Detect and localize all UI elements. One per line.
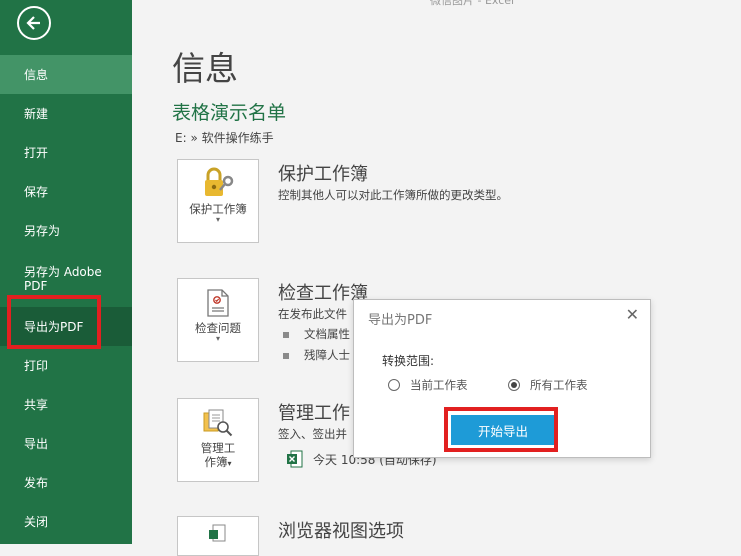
manage-workbook-label-2: 作簿▾ [178,455,258,471]
manage-workbook-label-1: 管理工 [200,441,236,455]
export-pdf-dialog: 导出为PDF ✕ 转换范围: 当前工作表 所有工作表 开始导出 [353,299,651,458]
check-issues-button[interactable]: 检查问题 ▾ [177,278,259,362]
browser-view-icon [178,517,258,543]
radio-circle-icon [388,379,400,391]
sidebar-item-info[interactable]: 信息 [0,55,132,94]
back-arrow-icon [26,16,40,30]
window-title: 微信图片 - Excel [430,0,515,7]
list-item: 残障人士 [283,347,350,363]
sidebar-item-export[interactable]: 导出 [0,424,132,463]
radio-all-sheets-label: 所有工作表 [530,378,588,392]
protect-workbook-button[interactable]: 保护工作簿 ▾ [177,159,259,243]
workbook-name: 表格演示名单 [172,102,287,124]
excel-file-icon [287,450,303,468]
sidebar-item-print[interactable]: 打印 [0,346,132,385]
back-button[interactable] [17,6,51,40]
bullet-icon [283,331,289,338]
sidebar-item-export-pdf[interactable]: 导出为PDF [0,307,132,346]
radio-dot-icon [511,382,517,388]
browser-view-options-button[interactable] [177,516,259,556]
manage-workbook-desc: 签入、签出并 [278,427,347,441]
page-title: 信息 [172,49,238,88]
sidebar-item-label: 另存为 Adobe PDF [24,264,102,293]
sidebar-item-close[interactable]: 关闭 [0,502,132,541]
sidebar-nav: 信息 新建 打开 保存 另存为 另存为 Adobe PDF 导出为PDF 打印 … [0,55,132,541]
radio-current-sheet-label: 当前工作表 [410,378,468,392]
chevron-down-icon: ▾ [215,215,220,224]
close-icon[interactable]: ✕ [626,305,639,324]
lock-key-icon [178,160,258,200]
radio-all-sheets[interactable]: 所有工作表 [508,377,588,393]
backstage-sidebar: 信息 新建 打开 保存 另存为 另存为 Adobe PDF 导出为PDF 打印 … [0,0,132,544]
browser-view-options-title: 浏览器视图选项 [278,521,404,542]
bullet-text: 文档属性 [304,327,350,341]
bullet-text: 残障人士 [304,348,350,362]
bullet-icon [283,352,289,359]
breadcrumb: E: » 软件操作练手 [175,131,274,145]
protect-workbook-desc: 控制其他人可以对此工作簿所做的更改类型。 [278,188,508,202]
protect-workbook-title: 保护工作簿 [278,164,368,185]
check-issues-label: 检查问题 [195,321,241,335]
sidebar-item-publish[interactable]: 发布 [0,463,132,502]
radio-current-sheet[interactable]: 当前工作表 [388,377,468,393]
inspect-workbook-desc: 在发布此文件 [278,307,347,321]
protect-workbook-label: 保护工作簿 [189,202,247,216]
list-item: 文档属性 [283,326,350,342]
range-label: 转换范围: [382,354,435,368]
sidebar-item-share[interactable]: 共享 [0,385,132,424]
chevron-down-icon: ▾ [227,459,232,468]
sidebar-item-save-as[interactable]: 另存为 [0,211,132,250]
manage-workbook-label-2-text: 作簿 [204,455,228,469]
manage-workbook-title: 管理工作 [278,403,350,424]
dialog-title: 导出为PDF [368,313,433,328]
sidebar-item-open[interactable]: 打开 [0,133,132,172]
sidebar-item-new[interactable]: 新建 [0,94,132,133]
manage-workbook-icon [178,399,258,439]
inspect-document-icon [178,279,258,319]
manage-workbook-button[interactable]: 管理工 作簿▾ [177,398,259,482]
sidebar-item-save-as-adobe-pdf[interactable]: 另存为 Adobe PDF [0,250,132,307]
radio-checked-icon [508,379,520,391]
chevron-down-icon: ▾ [215,334,220,343]
start-export-button[interactable]: 开始导出 [451,415,555,445]
sidebar-item-save[interactable]: 保存 [0,172,132,211]
